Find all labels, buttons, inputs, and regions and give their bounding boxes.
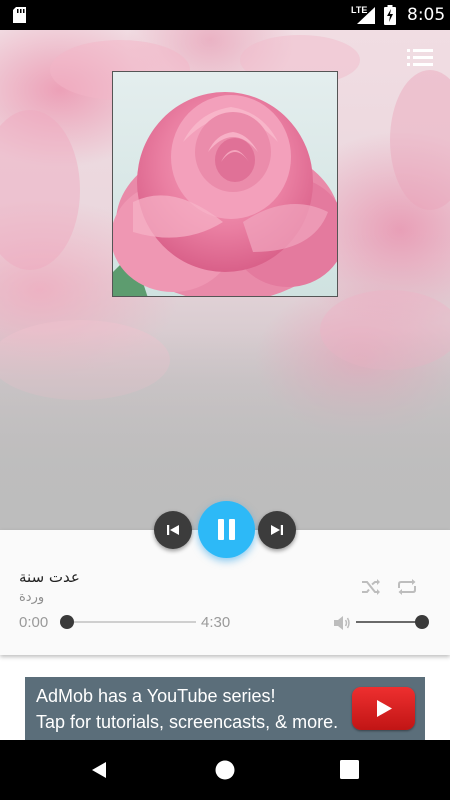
volume-slider[interactable]	[356, 621, 422, 623]
ad-banner[interactable]: AdMob has a YouTube series! Tap for tuto…	[25, 677, 425, 740]
volume-thumb[interactable]	[415, 615, 429, 629]
skip-previous-icon	[167, 525, 179, 535]
shuffle-icon[interactable]	[359, 575, 383, 599]
home-icon[interactable]	[215, 760, 235, 780]
sd-card-icon	[13, 7, 26, 23]
rose-image	[113, 72, 337, 296]
battery-charging-icon	[384, 5, 396, 25]
ad-headline: AdMob has a YouTube series!	[36, 686, 276, 706]
volume-icon	[334, 616, 350, 630]
album-art	[112, 71, 338, 297]
progress-thumb[interactable]	[60, 615, 74, 629]
navigation-bar	[0, 740, 450, 800]
song-artist: وردة	[19, 590, 45, 605]
current-time: 0:00	[19, 614, 49, 631]
ad-subline: Tap for tutorials, screencasts, & more.	[36, 712, 339, 732]
next-button[interactable]	[258, 511, 296, 549]
youtube-button[interactable]	[352, 687, 415, 730]
play-pause-button[interactable]	[198, 501, 255, 558]
skip-next-icon	[271, 525, 283, 535]
playlist-menu-icon[interactable]	[407, 47, 433, 69]
song-title: عدت سنة	[19, 568, 80, 586]
back-icon[interactable]	[89, 760, 109, 780]
pause-icon	[218, 519, 235, 540]
recents-icon[interactable]	[340, 760, 359, 779]
status-clock: 8:05	[407, 5, 446, 25]
previous-button[interactable]	[154, 511, 192, 549]
background-image	[0, 30, 450, 530]
progress-bar[interactable]	[66, 621, 196, 623]
repeat-icon[interactable]	[395, 575, 419, 599]
status-bar: LTE 8:05	[0, 0, 450, 30]
total-time: 4:30	[201, 614, 231, 631]
youtube-play-icon	[377, 700, 392, 717]
signal-icon	[357, 7, 375, 24]
